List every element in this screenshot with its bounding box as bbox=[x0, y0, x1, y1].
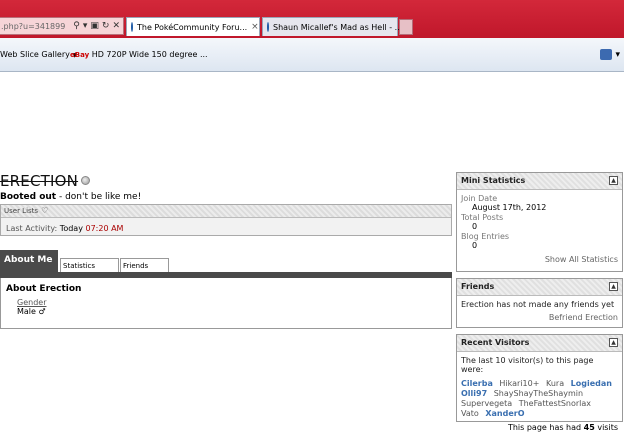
tab-statistics[interactable]: Statistics bbox=[60, 258, 119, 273]
collapse-icon[interactable]: ▲ bbox=[609, 338, 618, 347]
address-text[interactable]: .php?u=341899 bbox=[0, 22, 73, 31]
last-activity-day: Today bbox=[59, 224, 83, 233]
compatibility-icon[interactable]: ▣ bbox=[90, 21, 99, 31]
home-icon bbox=[600, 49, 613, 60]
tab-about-me[interactable]: About Me bbox=[0, 250, 58, 273]
friends-text: Erection has not made any friends yet bbox=[461, 300, 615, 309]
visitor-link[interactable]: Hikari10+ bbox=[499, 379, 539, 388]
favorites-bar: Web Slice Gallery ▼ eBay HD 720P Wide 15… bbox=[0, 38, 624, 72]
close-tab-icon[interactable]: × bbox=[251, 22, 259, 32]
user-lists-header[interactable]: User Lists ♡ bbox=[1, 205, 451, 218]
join-date-value: August 17th, 2012 bbox=[472, 203, 547, 212]
globe-icon bbox=[267, 22, 269, 32]
visit-count-pre: This page has had bbox=[507, 423, 584, 432]
user-title-rest: - don't be like me! bbox=[56, 192, 142, 202]
visit-count: This page has had 45 visits bbox=[461, 423, 618, 432]
gender-value: Male ♂ bbox=[17, 307, 46, 316]
total-posts-value: 0 bbox=[472, 222, 478, 231]
home-button[interactable]: ▾ bbox=[600, 49, 620, 60]
user-lists-label: User Lists bbox=[4, 207, 39, 215]
befriend-link[interactable]: Befriend Erection bbox=[457, 313, 622, 326]
about-me-panel: About Erection Gender Male ♂ bbox=[0, 278, 452, 329]
tab-label: The PokéCommunity Foru... bbox=[137, 22, 248, 32]
visitor-link[interactable]: Vato bbox=[461, 409, 479, 418]
blog-entries-value: 0 bbox=[472, 241, 478, 250]
last-activity-time: 07:20 AM bbox=[85, 224, 124, 233]
total-posts-label: Total Posts bbox=[461, 213, 504, 222]
recent-visitors-header: Recent Visitors ▲ bbox=[457, 335, 622, 352]
refresh-icon[interactable]: ↻ bbox=[102, 21, 110, 31]
visitor-link[interactable]: Kura bbox=[546, 379, 564, 388]
tab-friends[interactable]: Friends bbox=[120, 258, 169, 273]
profile-tabs: About Me Statistics Friends bbox=[0, 250, 452, 278]
fav-label: Web Slice Gallery bbox=[0, 50, 70, 59]
visitor-list: Cilerba Hikari10+ Kura Logiedan Olli97 S… bbox=[461, 379, 618, 419]
search-icon[interactable]: ⚲ bbox=[73, 21, 80, 31]
block-title: Recent Visitors bbox=[461, 338, 530, 347]
visitor-link[interactable]: Supervegeta bbox=[461, 399, 512, 408]
web-slice-gallery-link[interactable]: Web Slice Gallery ▼ bbox=[0, 50, 77, 59]
address-bar[interactable]: .php?u=341899 ⚲ ▾ ▣ ↻ ✕ bbox=[0, 17, 124, 35]
last-activity-label: Last Activity: bbox=[6, 224, 58, 233]
visitor-link[interactable]: Logiedan bbox=[571, 379, 612, 388]
user-title-bold: Booted out bbox=[0, 192, 57, 202]
new-tab-button[interactable] bbox=[399, 19, 413, 35]
visit-count-number: 45 bbox=[583, 423, 595, 432]
offline-status-icon bbox=[81, 176, 90, 185]
dropdown-arrow-icon[interactable]: ▾ bbox=[83, 21, 88, 31]
visitors-intro: The last 10 visitor(s) to this page were… bbox=[461, 356, 594, 374]
block-title: Friends bbox=[461, 282, 495, 291]
show-all-statistics-link[interactable]: Show All Statistics bbox=[457, 255, 622, 268]
about-title: About Erection bbox=[6, 284, 82, 294]
tab-mad-as-hell[interactable]: Shaun Micallef's Mad as Hell - ... bbox=[262, 17, 402, 36]
friends-header: Friends ▲ bbox=[457, 279, 622, 296]
tab-label: Shaun Micallef's Mad as Hell - ... bbox=[273, 22, 403, 32]
blog-entries-label: Blog Entries bbox=[461, 232, 510, 241]
mini-statistics-header: Mini Statistics ▲ bbox=[457, 173, 622, 190]
collapse-icon[interactable]: ▲ bbox=[609, 282, 618, 291]
friends-block: Friends ▲ Erection has not made any frie… bbox=[456, 278, 623, 328]
gender-label: Gender bbox=[17, 298, 47, 307]
fav-label: HD 720P Wide 150 degree ... bbox=[91, 50, 208, 59]
join-date-label: Join Date bbox=[461, 194, 498, 203]
visitor-link[interactable]: TheFattestSnorlax bbox=[519, 399, 591, 408]
collapse-icon[interactable]: ▲ bbox=[609, 176, 618, 185]
profile-username: ERECTION bbox=[0, 172, 79, 190]
visitor-link[interactable]: XanderO bbox=[485, 409, 524, 418]
recent-visitors-block: Recent Visitors ▲ The last 10 visitor(s)… bbox=[456, 334, 623, 432]
visitor-link[interactable]: Cilerba bbox=[461, 379, 493, 388]
visitor-link[interactable]: Olli97 bbox=[461, 389, 487, 398]
visit-count-post: visits bbox=[594, 423, 618, 432]
mini-statistics-block: Mini Statistics ▲ Join Date August 17th,… bbox=[456, 172, 623, 272]
ebay-icon: eBay bbox=[70, 51, 90, 59]
block-title: Mini Statistics bbox=[461, 176, 526, 185]
chevron-down-icon: ▾ bbox=[615, 49, 620, 60]
visitor-link[interactable]: ShayShayTheShaymin bbox=[494, 389, 583, 398]
heart-icon[interactable]: ♡ bbox=[41, 205, 48, 217]
globe-icon bbox=[131, 22, 133, 32]
last-activity: Last Activity: Today 07:20 AM bbox=[1, 218, 451, 233]
ebay-favorite-link[interactable]: eBay HD 720P Wide 150 degree ... bbox=[70, 50, 208, 59]
user-title: Booted out - don't be like me! bbox=[0, 192, 141, 202]
stop-icon[interactable]: ✕ bbox=[112, 21, 120, 31]
tab-pokecommunity[interactable]: The PokéCommunity Foru... × bbox=[126, 17, 260, 36]
user-lists-box: User Lists ♡ Last Activity: Today 07:20 … bbox=[0, 204, 452, 236]
